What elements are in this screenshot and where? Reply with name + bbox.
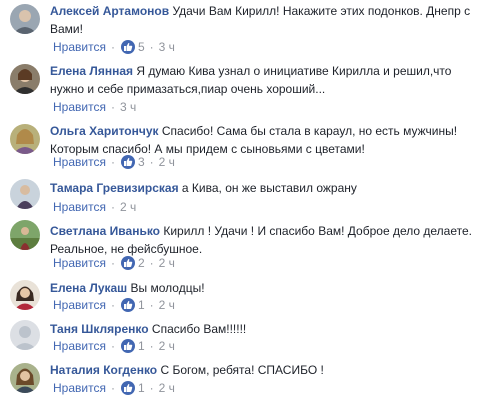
comment-text: а Кива, он же выставил ожрану [181,181,357,195]
comment-author[interactable]: Елена Лукаш [50,281,127,295]
like-count: 3 [137,155,145,169]
like-count: 2 [137,256,145,270]
comment-author[interactable]: Светлана Иванько [50,224,160,238]
avatar[interactable] [10,363,40,393]
comment-actions: Нравится · 1 · 2 ч [53,338,175,353]
comment-author[interactable]: Наталия Когденко [50,363,157,377]
avatar[interactable] [10,124,40,154]
comment-actions: Нравится · 1 · 2 ч [53,380,175,395]
thumbs-up-icon[interactable] [120,338,135,353]
timestamp[interactable]: 2 ч [159,298,175,312]
timestamp[interactable]: 2 ч [159,155,175,169]
comment-author[interactable]: Таня Шкляренко [50,322,149,336]
comment-author[interactable]: Елена Лянная [50,64,133,78]
comment-author[interactable]: Алексей Артамонов [50,4,169,18]
timestamp[interactable]: 2 ч [159,256,175,270]
comment-author[interactable]: Тамара Гревизирская [50,181,179,195]
like-link[interactable]: Нравится [53,100,106,114]
avatar[interactable] [10,4,40,34]
thumbs-up-icon[interactable] [120,255,135,270]
thumbs-up-icon[interactable] [120,380,135,395]
like-count: 1 [137,381,145,395]
comment-actions: Нравится · 2 ч [53,200,137,214]
timestamp[interactable]: 3 ч [120,100,136,114]
comment-text: С Богом, ребята! СПАСИБО ! [160,363,324,377]
comment-actions: Нравится · 3 ч [53,100,137,114]
like-link[interactable]: Нравится [53,298,106,312]
comment-actions: Нравится · 3 · 2 ч [53,154,175,169]
like-link[interactable]: Нравится [53,200,106,214]
like-count: 5 [137,40,145,54]
timestamp[interactable]: 2 ч [159,339,175,353]
like-link[interactable]: Нравится [53,256,106,270]
comment-text: Спасибо Вам!!!!!! [151,322,247,336]
timestamp[interactable]: 2 ч [159,381,175,395]
thumbs-up-icon[interactable] [120,297,135,312]
thumbs-up-icon[interactable] [120,154,135,169]
timestamp[interactable]: 3 ч [159,40,175,54]
avatar[interactable] [10,280,40,310]
like-link[interactable]: Нравится [53,339,106,353]
like-link[interactable]: Нравится [53,155,106,169]
comment-actions: Нравится · 1 · 2 ч [53,297,175,312]
comments-feed: Алексей Артамонов Удачи Вам Кирилл! Нака… [0,0,483,402]
avatar[interactable] [10,179,40,209]
avatar[interactable] [10,320,40,350]
avatar[interactable] [10,64,40,94]
comment-actions: Нравится · 2 · 2 ч [53,255,175,270]
comment-text: Вы молодцы! [130,281,205,295]
like-count: 1 [137,298,145,312]
comment-actions: Нравится · 5 · 3 ч [53,39,175,54]
thumbs-up-icon[interactable] [120,39,135,54]
like-link[interactable]: Нравится [53,381,106,395]
like-link[interactable]: Нравится [53,40,106,54]
avatar[interactable] [10,220,40,250]
timestamp[interactable]: 2 ч [120,200,136,214]
like-count: 1 [137,339,145,353]
comment-author[interactable]: Ольга Харитончук [50,124,159,138]
